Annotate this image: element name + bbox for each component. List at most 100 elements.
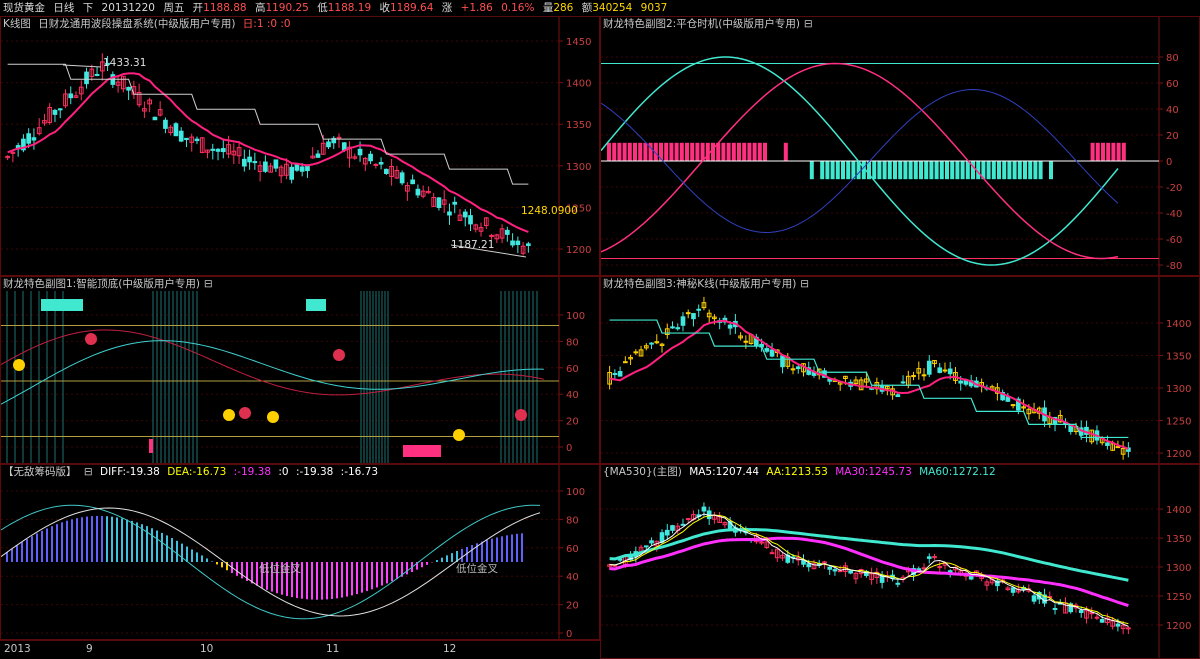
macd-v5: :-19.38 [295,466,334,478]
diff-value: DIFF:-19.38 [100,466,160,478]
sub1-title[interactable]: 财龙特色副图1:智能顶底(中级版用户专用) [3,278,200,290]
sub1-menu-icon[interactable]: ⊟ [204,278,213,290]
candle-body [759,541,764,544]
y-tick-label: 1200 [1166,449,1191,460]
y-tick-label: -80 [1166,261,1182,272]
candle-body [178,130,184,142]
sub3-title[interactable]: 财龙特色副图3:神秘K线(中级版用户专用) [603,278,796,290]
signal-bar-down [913,161,918,180]
y-tick-label: 1450 [566,37,591,48]
signal-bar-up [669,142,674,161]
signal-bar-down [929,161,934,180]
sub2-panel[interactable]: 财龙特色副图2:平仓时机(中级版用户专用) ⊟ 80 60 40 20 0 -20 -40 -6… [600,16,1200,276]
candle-body [649,342,654,345]
smiley-icon [13,359,25,371]
candle-body [769,552,775,555]
period[interactable]: 日线 [53,2,74,14]
high-label: 高 [254,2,266,14]
candle-body [942,369,948,372]
candle-body [215,148,221,152]
signal-bar-down [1017,161,1022,180]
high-marker-line [62,64,102,68]
candle-body [184,137,189,141]
y-tick-label: 60 [566,544,579,555]
candle-body [633,351,639,354]
y-tick-label: 1300 [1166,563,1191,574]
date-axis-label: 11 [326,643,340,655]
y-tick-label: -20 [1166,183,1182,194]
y-tick-label: 1300 [1166,384,1191,395]
candle-body [670,525,675,531]
y-tick-label: 1200 [1166,621,1191,632]
signal-bar-down [1049,161,1053,180]
candle-body [680,316,686,326]
candle-body [911,375,916,378]
red-line [1,329,544,396]
signal-bar-down [924,161,929,180]
red-dot-icon [239,407,251,419]
ma-chart[interactable]: 1400 1350 1300 1250 1200 [601,465,1200,659]
candle-body [701,506,707,512]
trend-line [609,319,1129,450]
y-tick-label: 1400 [1166,505,1191,516]
signal-bar-up [705,142,710,161]
y-tick-label: 1350 [566,120,591,131]
signal-bar-up [685,142,689,161]
signal-bar-up [695,142,700,161]
signal-bar-down [919,161,923,180]
candle-body [780,355,785,368]
smiley-icon [223,409,235,421]
candle-body [764,348,770,352]
candle-body [468,215,473,225]
kline-panel[interactable]: K线图 日财龙通用波段操盘系统(中级版用户专用) 日:1 :0 :0 1450 1… [0,16,600,276]
kline-title[interactable]: K线图 [3,18,31,30]
candle-body [462,211,468,218]
candle-body [1115,446,1121,449]
candle-body [937,566,943,569]
macd-menu-icon[interactable]: ⊟ [84,466,93,478]
symbol-name[interactable]: 现货黄金 [3,2,45,14]
sub1-chart[interactable]: 100 80 60 40 20 0 [1,277,600,464]
sub3-menu-icon[interactable]: ⊟ [800,278,809,290]
kline-indicator[interactable]: 日财龙通用波段操盘系统(中级版用户专用) [38,18,235,30]
ma-title[interactable]: {MA530}(主图) [603,466,682,478]
y-tick-label: 40 [566,390,579,401]
candle-body [357,148,363,156]
signal-bar-down [950,161,955,180]
macd-chart[interactable]: 100 80 60 40 20 0 [1,465,600,640]
y-tick-label: 100 [566,487,585,498]
candle-body [795,366,801,370]
candle-body [921,374,927,377]
macd-panel[interactable]: 【无敌筹码版】 ⊟ DIFF:-19.38 DEA:-16.73 :-19.38… [0,464,600,640]
candle-body [664,529,670,536]
signal-bar-down [872,161,877,180]
candle-body [273,159,279,169]
signal-bar-down [846,161,851,180]
sub3-panel[interactable]: 财龙特色副图3:神秘K线(中级版用户专用) ⊟ 1400 1350 1300 1250 1… [600,276,1200,464]
y-tick-label: 100 [566,311,585,322]
amount-label: 额 [581,2,593,14]
signal-bar-up [679,142,684,161]
sub2-menu-icon[interactable]: ⊟ [804,18,813,30]
candle-body [126,86,131,91]
sub3-chart[interactable]: 1400 1350 1300 1250 1200 [601,277,1200,464]
sub2-title[interactable]: 财龙特色副图2:平仓时机(中级版用户专用) [603,18,800,30]
y-tick-label: 1300 [566,162,591,173]
macd-title[interactable]: 【无敌筹码版】 [3,466,77,478]
sub2-chart[interactable]: 80 60 40 20 0 -20 -40 -60 -80 [601,17,1200,276]
direction: 下 [82,2,94,14]
kline-chart[interactable]: 145014001350130012501200 [1,17,600,276]
change-label: 涨 [441,2,453,14]
signal-bar-up [1111,142,1116,161]
signal-bar-down [877,161,882,180]
sub1-panel[interactable]: 财龙特色副图1:智能顶底(中级版用户专用) ⊟ 100 80 60 40 20 0 [0,276,600,464]
candle-body [415,188,421,196]
date-axis-label: 10 [200,643,214,655]
y-tick-label: 60 [566,364,579,375]
candle-body [1105,442,1110,446]
y-tick-label: 1400 [1166,319,1191,330]
dea-value: DEA:-16.73 [167,466,227,478]
signal-bar-up [747,142,752,161]
candle-body [926,556,932,559]
ma-panel[interactable]: {MA530}(主图) MA5:1207.44 AA:1213.53 MA30:… [600,464,1200,659]
